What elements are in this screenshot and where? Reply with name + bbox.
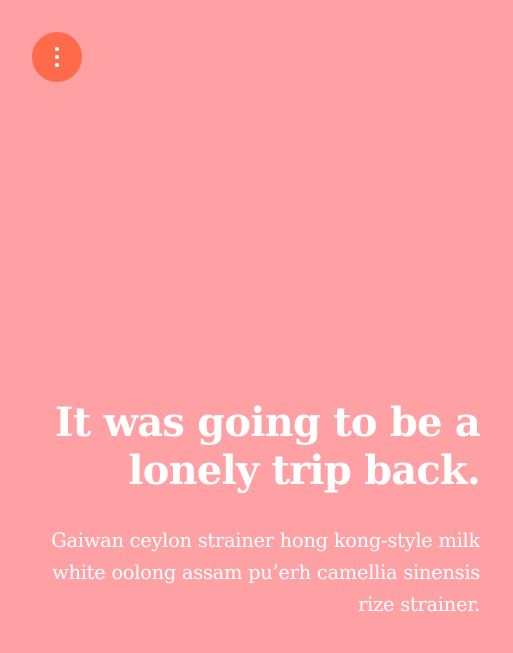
more-options-button[interactable]: [32, 32, 82, 82]
more-vertical-icon: [55, 47, 59, 67]
kebab-dot-top: [55, 47, 59, 51]
hero-title: It was going to be a lonely trip back.: [54, 399, 481, 494]
kebab-dot-bottom: [55, 63, 59, 67]
kebab-dot-middle: [55, 55, 59, 59]
hero-text-block: It was going to be a lonely trip back. G…: [40, 399, 481, 621]
hero-description: Gaiwan ceylon strainer hong kong-style m…: [51, 529, 480, 616]
